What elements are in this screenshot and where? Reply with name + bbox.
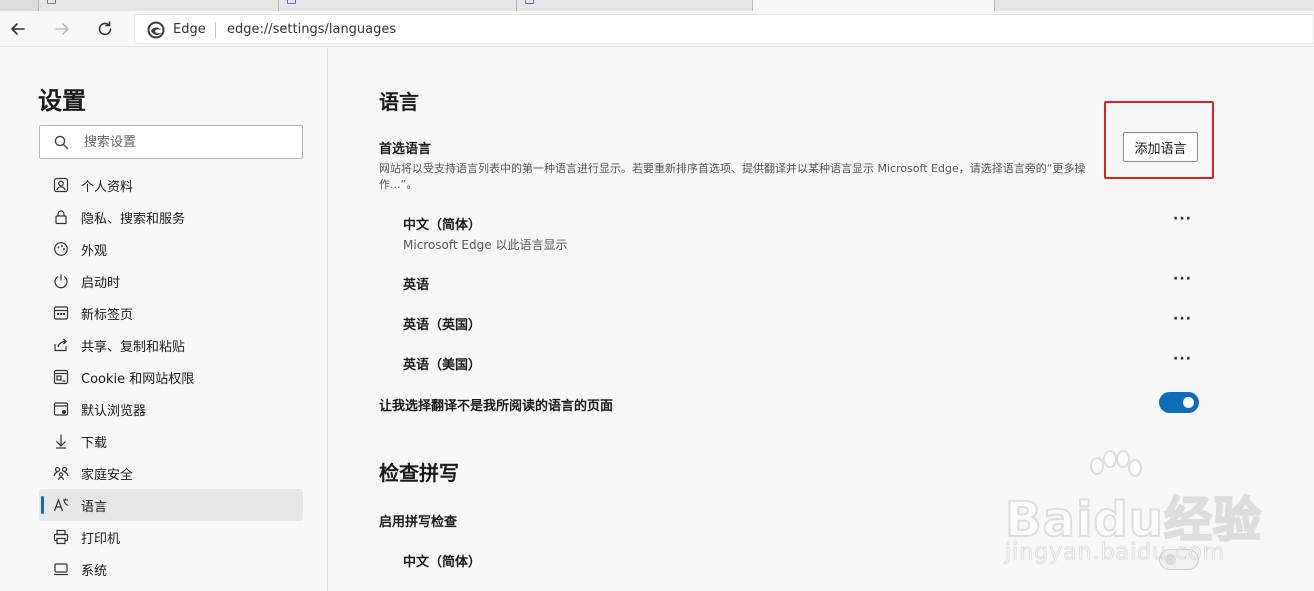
- browser-tab[interactable]: [516, 0, 752, 11]
- download-icon: [53, 433, 69, 449]
- edge-brand-label: Edge: [173, 22, 206, 37]
- sidebar-item-default-browser[interactable]: 默认浏览器: [39, 393, 303, 425]
- forward-button[interactable]: [50, 18, 74, 40]
- edge-logo-icon: [147, 21, 165, 39]
- browser-tab[interactable]: [278, 0, 516, 11]
- sidebar-item-label: 下载: [81, 435, 108, 451]
- sidebar-item-printers[interactable]: 打印机: [39, 521, 303, 553]
- languages-heading: 语言: [379, 90, 419, 114]
- power-icon: [53, 273, 69, 289]
- address-bar[interactable]: Edge edge://settings/languages: [134, 14, 1314, 44]
- arrow-left-icon: [11, 23, 25, 35]
- sidebar-item-profile[interactable]: 个人资料: [39, 169, 303, 201]
- page-icon: [525, 0, 534, 4]
- language-item: 英语（美国） ···: [403, 352, 1203, 374]
- sidebar-item-label: 隐私、搜索和服务: [81, 211, 186, 227]
- sidebar-item-system[interactable]: 系统: [39, 553, 303, 585]
- address-separator: [215, 22, 216, 38]
- sidebar-item-label: 家庭安全: [81, 467, 134, 483]
- sidebar-item-share[interactable]: 共享、复制和粘贴: [39, 329, 303, 361]
- search-box[interactable]: [39, 125, 303, 159]
- settings-sidebar: 设置 个人资料 隐私、搜索和服务 外观 启动时 新标签页 共享、复制和粘贴: [0, 48, 328, 591]
- preferred-languages-description: 网站将以受支持语言列表中的第一种语言进行显示。若要重新排序首选项、提供翻译并以某…: [379, 162, 1086, 191]
- sidebar-item-label: 打印机: [81, 531, 121, 547]
- sidebar-item-label: 个人资料: [81, 179, 134, 195]
- spellcheck-enable-label: 启用拼写检查: [379, 515, 458, 530]
- site-permissions-icon: [53, 369, 69, 385]
- tab-strip: [0, 0, 1314, 11]
- language-name: 英语（美国）: [403, 358, 482, 373]
- sidebar-item-label: 新标签页: [81, 307, 134, 323]
- printer-icon: [53, 529, 69, 545]
- sidebar-item-label: 默认浏览器: [81, 403, 147, 419]
- sidebar-item-label: 系统: [81, 563, 108, 579]
- appearance-icon: [53, 241, 69, 257]
- translate-offer-label: 让我选择翻译不是我所阅读的语言的页面: [379, 399, 614, 414]
- sidebar-item-downloads[interactable]: 下载: [39, 425, 303, 457]
- preferred-languages-title: 首选语言: [379, 142, 432, 157]
- language-icon: [53, 497, 69, 513]
- refresh-icon: [98, 21, 112, 36]
- browser-icon: [53, 401, 69, 417]
- sidebar-item-label: 共享、复制和粘贴: [81, 339, 186, 355]
- page-icon: [47, 0, 56, 4]
- url-text[interactable]: edge://settings/languages: [227, 22, 396, 37]
- language-name: 英语: [403, 278, 430, 293]
- language-item: 英语 ···: [403, 272, 1203, 294]
- sidebar-item-appearance[interactable]: 外观: [39, 233, 303, 265]
- sidebar-item-languages[interactable]: 语言: [39, 489, 303, 521]
- refresh-button[interactable]: [93, 18, 117, 40]
- language-item: 英语（英国） ···: [403, 312, 1203, 334]
- language-item: 中文（简体） Microsoft Edge 以此语言显示 ···: [403, 212, 1203, 252]
- watermark-site: jingyan.baidu.com: [1004, 540, 1226, 566]
- new-tab-icon: [53, 305, 69, 321]
- more-actions-button[interactable]: ···: [1173, 272, 1191, 290]
- sidebar-item-label: 语言: [81, 499, 108, 515]
- share-icon: [53, 337, 69, 353]
- browser-tab[interactable]: [994, 0, 1314, 11]
- page-icon: [287, 0, 296, 4]
- search-input[interactable]: [84, 132, 294, 152]
- more-actions-button[interactable]: ···: [1173, 352, 1191, 370]
- language-display-note: Microsoft Edge 以此语言显示: [403, 238, 568, 252]
- sidebar-item-privacy[interactable]: 隐私、搜索和服务: [39, 201, 303, 233]
- system-icon: [53, 561, 69, 577]
- browser-tab-active[interactable]: [752, 0, 994, 11]
- sidebar-item-label: 启动时: [81, 275, 121, 291]
- sidebar-item-family[interactable]: 家庭安全: [39, 457, 303, 489]
- family-icon: [53, 465, 69, 481]
- arrow-right-icon: [55, 23, 69, 35]
- browser-tab[interactable]: [38, 0, 278, 11]
- spellcheck-language-name: 中文（简体）: [403, 555, 482, 570]
- profile-icon: [53, 177, 69, 193]
- lock-icon: [53, 209, 69, 225]
- sidebar-item-label: 外观: [81, 243, 108, 259]
- sidebar-item-cookies[interactable]: Cookie 和网站权限: [39, 361, 303, 393]
- sidebar-item-new-tab[interactable]: 新标签页: [39, 297, 303, 329]
- browser-toolbar: Edge edge://settings/languages: [0, 11, 1314, 47]
- search-icon: [54, 135, 69, 150]
- more-actions-button[interactable]: ···: [1173, 212, 1191, 230]
- language-name: 中文（简体）: [403, 218, 482, 233]
- more-actions-button[interactable]: ···: [1173, 312, 1191, 330]
- back-button[interactable]: [6, 18, 30, 40]
- add-language-button[interactable]: 添加语言: [1123, 132, 1198, 162]
- sidebar-item-startup[interactable]: 启动时: [39, 265, 303, 297]
- language-name: 英语（英国）: [403, 318, 482, 333]
- spellcheck-heading: 检查拼写: [379, 461, 459, 485]
- sidebar-item-label: Cookie 和网站权限: [81, 371, 195, 387]
- translate-toggle[interactable]: [1159, 392, 1199, 413]
- settings-title: 设置: [38, 87, 86, 115]
- settings-nav: 个人资料 隐私、搜索和服务 外观 启动时 新标签页 共享、复制和粘贴 Cooki…: [39, 169, 303, 585]
- baidu-watermark: Baidu经验 jingyan.baidu.com: [1004, 450, 1265, 570]
